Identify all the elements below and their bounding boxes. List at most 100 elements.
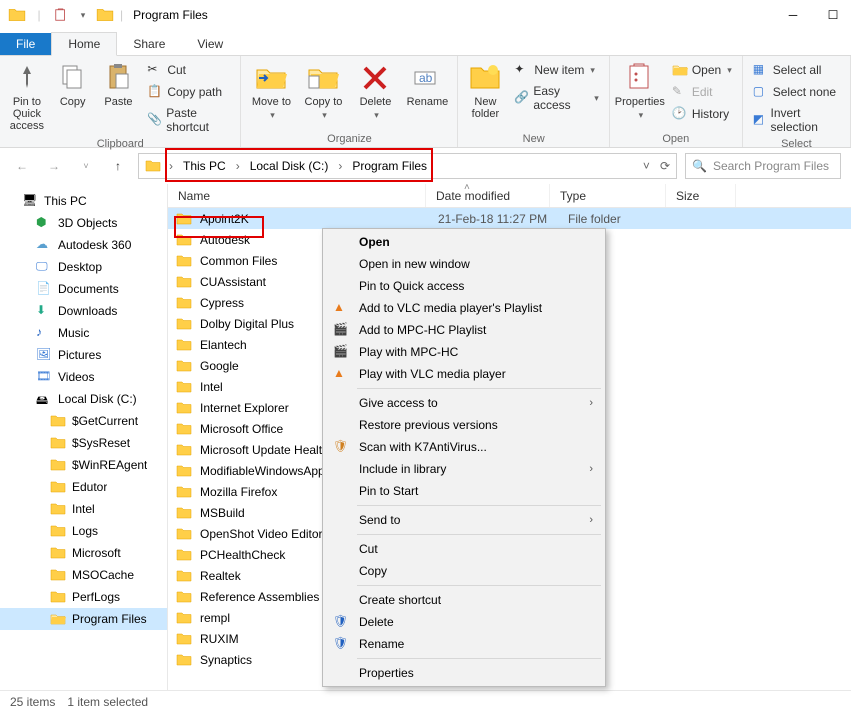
pc-icon: 🖥 bbox=[22, 193, 38, 209]
invert-icon: ◩ bbox=[753, 112, 767, 128]
refresh-button[interactable]: ⟳ bbox=[660, 159, 670, 173]
tab-home[interactable]: Home bbox=[51, 32, 117, 56]
breadcrumb-seg-pc[interactable]: This PC bbox=[181, 159, 228, 173]
cm-play-mpc[interactable]: 🎬Play with MPC-HC bbox=[325, 341, 603, 363]
nav-edutor[interactable]: Edutor bbox=[0, 476, 167, 498]
copy-to-button[interactable]: Copy to bbox=[299, 58, 347, 121]
breadcrumb[interactable]: › This PC › Local Disk (C:) › Program Fi… bbox=[138, 153, 677, 179]
navigation-pane[interactable]: 🖥This PC ⬢3D Objects ☁Autodesk 360 🖵Desk… bbox=[0, 184, 168, 690]
nav-3d-objects[interactable]: ⬢3D Objects bbox=[0, 212, 167, 234]
cm-pin-start[interactable]: Pin to Start bbox=[325, 480, 603, 502]
address-bar: ← → ˅ ↑ › This PC › Local Disk (C:) › Pr… bbox=[0, 148, 851, 184]
cm-scan-k7[interactable]: 🛡Scan with K7AntiVirus... bbox=[325, 436, 603, 458]
properties-qat-icon[interactable] bbox=[52, 6, 70, 24]
chevron-right-icon[interactable]: › bbox=[232, 159, 244, 173]
nav-videos[interactable]: 🎞Videos bbox=[0, 366, 167, 388]
cm-open-new-window[interactable]: Open in new window bbox=[325, 253, 603, 275]
col-header-size[interactable]: Size bbox=[666, 184, 736, 207]
col-header-type[interactable]: Type bbox=[550, 184, 666, 207]
cm-pin-quick[interactable]: Pin to Quick access bbox=[325, 275, 603, 297]
nav-music[interactable]: ♪Music bbox=[0, 322, 167, 344]
folder-icon bbox=[176, 211, 192, 227]
folder-icon bbox=[176, 568, 192, 584]
cm-restore[interactable]: Restore previous versions bbox=[325, 414, 603, 436]
file-name: Apoint2K bbox=[198, 212, 432, 226]
cm-mpc-playlist[interactable]: 🎬Add to MPC-HC Playlist bbox=[325, 319, 603, 341]
invert-selection-button[interactable]: ◩Invert selection bbox=[749, 104, 844, 136]
chevron-right-icon: › bbox=[589, 463, 593, 475]
history-button[interactable]: 🕑History bbox=[668, 104, 736, 124]
edit-button[interactable]: ✎Edit bbox=[668, 82, 736, 102]
search-input[interactable]: 🔍 Search Program Files bbox=[685, 153, 841, 179]
new-folder-button[interactable]: New folder bbox=[464, 58, 506, 120]
cm-send-to[interactable]: Send to› bbox=[325, 509, 603, 531]
nav-intel[interactable]: Intel bbox=[0, 498, 167, 520]
cut-button[interactable]: ✂Cut bbox=[143, 60, 234, 80]
nav-program-files[interactable]: Program Files bbox=[0, 608, 167, 630]
nav-local-disk[interactable]: 🖴Local Disk (C:) bbox=[0, 388, 167, 410]
tab-share[interactable]: Share bbox=[117, 33, 181, 55]
cm-copy[interactable]: Copy bbox=[325, 560, 603, 582]
nav-desktop[interactable]: 🖵Desktop bbox=[0, 256, 167, 278]
move-to-button[interactable]: Move to bbox=[247, 58, 295, 121]
cm-create-shortcut[interactable]: Create shortcut bbox=[325, 589, 603, 611]
nav-winreagent[interactable]: $WinREAgent bbox=[0, 454, 167, 476]
file-row[interactable]: Apoint2K 21-Feb-18 11:27 PM File folder bbox=[168, 208, 851, 229]
nav-pictures[interactable]: 🖼Pictures bbox=[0, 344, 167, 366]
nav-this-pc[interactable]: 🖥This PC bbox=[0, 190, 167, 212]
documents-icon: 📄 bbox=[36, 281, 52, 297]
back-button[interactable]: ← bbox=[10, 154, 34, 178]
nav-microsoft[interactable]: Microsoft bbox=[0, 542, 167, 564]
breadcrumb-seg-disk[interactable]: Local Disk (C:) bbox=[248, 159, 331, 173]
cm-play-vlc[interactable]: ▲Play with VLC media player bbox=[325, 363, 603, 385]
breadcrumb-seg-folder[interactable]: Program Files bbox=[350, 159, 429, 173]
nav-logs[interactable]: Logs bbox=[0, 520, 167, 542]
folder-icon bbox=[176, 442, 192, 458]
recent-dropdown[interactable]: ˅ bbox=[74, 154, 98, 178]
nav-msocache[interactable]: MSOCache bbox=[0, 564, 167, 586]
qat-dropdown-icon[interactable]: ▾ bbox=[74, 6, 92, 24]
forward-button[interactable]: → bbox=[42, 154, 66, 178]
cm-delete[interactable]: 🛡Delete bbox=[325, 611, 603, 633]
chevron-right-icon[interactable]: › bbox=[334, 159, 346, 173]
tab-view[interactable]: View bbox=[181, 33, 239, 55]
cm-cut[interactable]: Cut bbox=[325, 538, 603, 560]
pin-to-quick-access-button[interactable]: Pin to Quick access bbox=[6, 58, 48, 132]
ribbon: Pin to Quick access Copy Paste ✂Cut 📋Cop… bbox=[0, 56, 851, 148]
minimize-button[interactable]: ─ bbox=[783, 5, 803, 25]
nav-autodesk[interactable]: ☁Autodesk 360 bbox=[0, 234, 167, 256]
cm-properties[interactable]: Properties bbox=[325, 662, 603, 684]
properties-button[interactable]: Properties bbox=[616, 58, 664, 121]
paste-button[interactable]: Paste bbox=[98, 58, 140, 108]
paste-shortcut-button[interactable]: 📎Paste shortcut bbox=[143, 104, 234, 136]
select-all-button[interactable]: ▦Select all bbox=[749, 60, 844, 80]
col-header-name[interactable]: Name bbox=[168, 184, 426, 207]
nav-documents[interactable]: 📄Documents bbox=[0, 278, 167, 300]
col-header-date[interactable]: Date modified bbox=[426, 184, 550, 207]
copy-path-button[interactable]: 📋Copy path bbox=[143, 82, 234, 102]
cm-open[interactable]: Open bbox=[325, 231, 603, 253]
tab-file[interactable]: File bbox=[0, 33, 51, 55]
breadcrumb-dropdown[interactable]: ˅ bbox=[643, 159, 650, 173]
maximize-button[interactable]: ☐ bbox=[823, 5, 843, 25]
nav-downloads[interactable]: ⬇Downloads bbox=[0, 300, 167, 322]
rename-button[interactable]: ab Rename bbox=[403, 58, 451, 108]
file-type: File folder bbox=[568, 212, 684, 226]
status-selected: 1 item selected bbox=[67, 695, 148, 709]
easy-access-button[interactable]: 🔗Easy access bbox=[510, 82, 602, 114]
new-item-button[interactable]: ✦New item bbox=[510, 60, 602, 80]
nav-perflogs[interactable]: PerfLogs bbox=[0, 586, 167, 608]
chevron-right-icon[interactable]: › bbox=[165, 159, 177, 173]
nav-sysreset[interactable]: $SysReset bbox=[0, 432, 167, 454]
nav-getcurrent[interactable]: $GetCurrent bbox=[0, 410, 167, 432]
open-button[interactable]: Open bbox=[668, 60, 736, 80]
cm-rename[interactable]: 🛡Rename bbox=[325, 633, 603, 655]
copy-button[interactable]: Copy bbox=[52, 58, 94, 108]
delete-button[interactable]: Delete bbox=[351, 58, 399, 121]
cm-give-access[interactable]: Give access to› bbox=[325, 392, 603, 414]
cm-include-library[interactable]: Include in library› bbox=[325, 458, 603, 480]
up-button[interactable]: ↑ bbox=[106, 154, 130, 178]
select-none-button[interactable]: ▢Select none bbox=[749, 82, 844, 102]
shield-icon: 🛡 bbox=[333, 614, 349, 630]
cm-vlc-playlist[interactable]: ▲Add to VLC media player's Playlist bbox=[325, 297, 603, 319]
